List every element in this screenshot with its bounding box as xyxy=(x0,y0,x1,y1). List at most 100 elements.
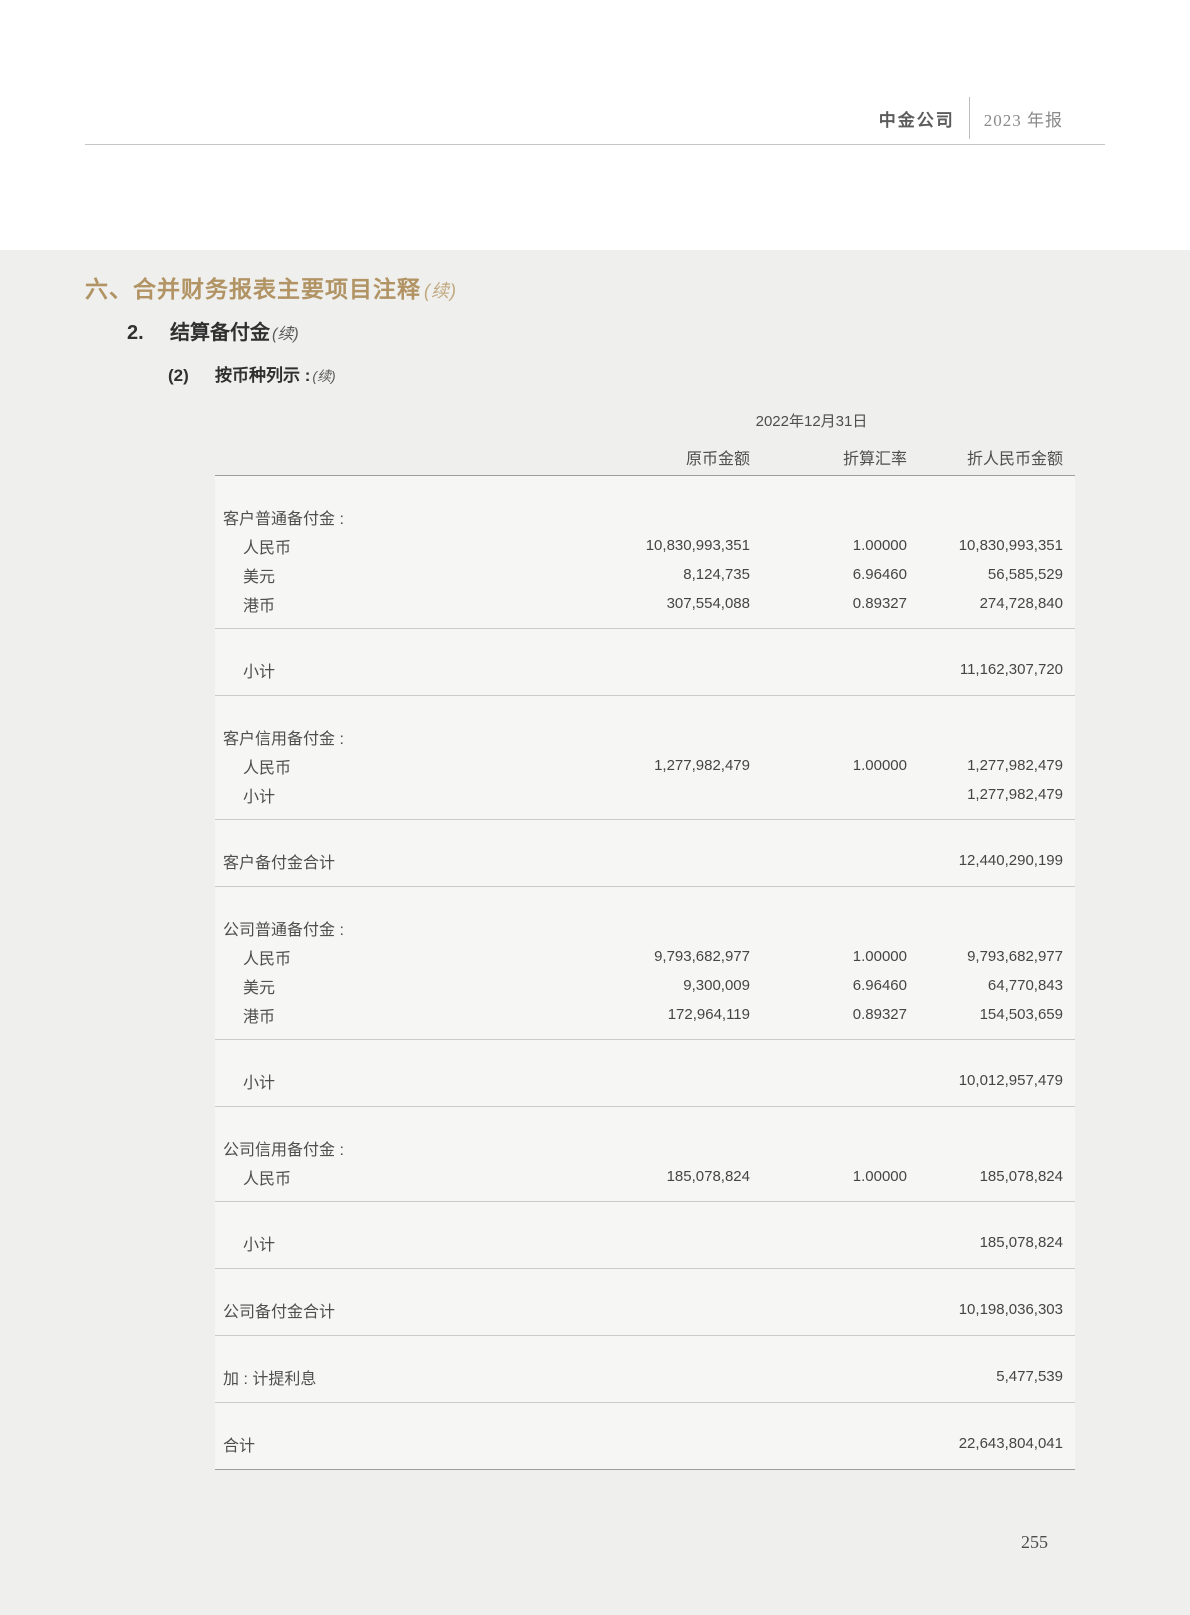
table-section: 小计10,012,957,479 xyxy=(215,1040,1075,1107)
row-label: 客户普通备付金 : xyxy=(223,505,580,529)
cell-exchange-rate: 1.00000 xyxy=(750,1168,907,1185)
row-label: 公司普通备付金 : xyxy=(223,916,580,940)
cell-original-amount: 307,554,088 xyxy=(580,595,750,612)
table-row: 客户信用备付金 : xyxy=(223,722,1063,751)
cell-rmb-amount: 22,643,804,041 xyxy=(907,1435,1063,1452)
currency-table: 2022年12月31日 原币金额 折算汇率 折人民币金额 客户普通备付金 :人民… xyxy=(215,403,1075,1470)
table-row: 港币307,554,0880.89327274,728,840 xyxy=(223,589,1063,618)
section-heading: 六、合并财务报表主要项目注释(续) xyxy=(85,270,457,304)
header-divider xyxy=(969,97,970,139)
list-heading-text: 按币种列示 : xyxy=(215,366,310,385)
row-label: 小计 xyxy=(223,658,580,682)
row-label: 公司信用备付金 : xyxy=(223,1136,580,1160)
row-label: 客户信用备付金 : xyxy=(223,725,580,749)
row-label: 美元 xyxy=(223,974,580,998)
table-section: 加 : 计提利息 5,477,539 xyxy=(215,1336,1075,1403)
cell-original-amount: 1,277,982,479 xyxy=(580,757,750,774)
report-title: 2023 年报 xyxy=(984,106,1063,131)
table-section: 客户普通备付金 :人民币10,830,993,3511.0000010,830,… xyxy=(215,476,1075,629)
table-section: 客户信用备付金 :人民币1,277,982,4791.000001,277,98… xyxy=(215,696,1075,820)
table-section: 小计 11,162,307,720 xyxy=(215,629,1075,696)
list-heading-number: (2) xyxy=(168,366,215,386)
row-label: 人民币 xyxy=(223,945,580,969)
table-date-header: 2022年12月31日 xyxy=(570,410,1053,431)
cell-rmb-amount: 10,198,036,303 xyxy=(907,1301,1063,1318)
table-body: 客户普通备付金 :人民币10,830,993,3511.0000010,830,… xyxy=(215,475,1075,1470)
row-label: 合计 xyxy=(223,1432,580,1456)
cell-original-amount: 172,964,119 xyxy=(580,1006,750,1023)
table-date-row: 2022年12月31日 xyxy=(223,403,1063,437)
subsection-heading: 2.结算备付金(续) xyxy=(127,316,299,345)
cell-rmb-amount: 12,440,290,199 xyxy=(907,852,1063,869)
list-heading: (2)按币种列示 :(续) xyxy=(168,361,336,386)
row-label: 港币 xyxy=(223,592,580,616)
cell-rmb-amount: 5,477,539 xyxy=(907,1368,1063,1385)
cell-rmb-amount: 11,162,307,720 xyxy=(907,661,1063,678)
table-row: 人民币9,793,682,9771.000009,793,682,977 xyxy=(223,942,1063,971)
row-label: 人民币 xyxy=(223,1165,580,1189)
row-label: 公司备付金合计 xyxy=(223,1298,580,1322)
table-row: 客户备付金合计12,440,290,199 xyxy=(223,846,1063,875)
table-row: 美元9,300,0096.9646064,770,843 xyxy=(223,971,1063,1000)
table-row: 人民币1,277,982,4791.000001,277,982,479 xyxy=(223,751,1063,780)
table-row: 公司信用备付金 : xyxy=(223,1133,1063,1162)
section-heading-continued-mark: (续) xyxy=(424,281,457,301)
cell-exchange-rate: 0.89327 xyxy=(750,595,907,612)
row-label: 加 : 计提利息 xyxy=(223,1365,580,1389)
page-number: 255 xyxy=(1021,1532,1048,1553)
table-header: 2022年12月31日 原币金额 折算汇率 折人民币金额 xyxy=(215,403,1075,475)
cell-rmb-amount: 56,585,529 xyxy=(907,566,1063,583)
cell-rmb-amount: 154,503,659 xyxy=(907,1006,1063,1023)
table-row: 小计 11,162,307,720 xyxy=(223,655,1063,684)
table-section: 公司信用备付金 :人民币185,078,8241.00000185,078,82… xyxy=(215,1107,1075,1202)
cell-rmb-amount: 1,277,982,479 xyxy=(907,757,1063,774)
subsection-continued-mark: (续) xyxy=(272,326,299,343)
row-label: 人民币 xyxy=(223,534,580,558)
running-header: 中金公司 2023 年报 xyxy=(85,98,1105,145)
section-heading-text: 六、合并财务报表主要项目注释 xyxy=(85,276,421,302)
cell-original-amount: 9,793,682,977 xyxy=(580,948,750,965)
cell-rmb-amount: 10,830,993,351 xyxy=(907,537,1063,554)
company-name: 中金公司 xyxy=(879,106,955,131)
cell-rmb-amount: 9,793,682,977 xyxy=(907,948,1063,965)
cell-original-amount: 10,830,993,351 xyxy=(580,537,750,554)
column-header-rmb-amount: 折人民币金额 xyxy=(907,445,1063,469)
table-row: 加 : 计提利息 5,477,539 xyxy=(223,1362,1063,1391)
table-row: 客户普通备付金 : xyxy=(223,502,1063,531)
table-section: 公司普通备付金 :人民币9,793,682,9771.000009,793,68… xyxy=(215,887,1075,1040)
list-heading-continued-mark: (续) xyxy=(312,368,335,384)
subsection-heading-text: 结算备付金 xyxy=(170,322,270,344)
table-column-headers: 原币金额 折算汇率 折人民币金额 xyxy=(223,437,1063,475)
table-section: 合计 22,643,804,041 xyxy=(215,1403,1075,1469)
cell-exchange-rate: 6.96460 xyxy=(750,977,907,994)
table-row: 小计1,277,982,479 xyxy=(223,780,1063,809)
cell-original-amount: 9,300,009 xyxy=(580,977,750,994)
row-label: 港币 xyxy=(223,1003,580,1027)
cell-original-amount: 8,124,735 xyxy=(580,566,750,583)
table-row: 小计10,012,957,479 xyxy=(223,1066,1063,1095)
table-row: 合计 22,643,804,041 xyxy=(223,1429,1063,1458)
report-page: 中金公司 2023 年报 六、合并财务报表主要项目注释(续) 2.结算备付金(续… xyxy=(0,0,1190,1615)
row-label: 美元 xyxy=(223,563,580,587)
cell-exchange-rate: 1.00000 xyxy=(750,757,907,774)
table-row: 人民币185,078,8241.00000185,078,824 xyxy=(223,1162,1063,1191)
content-band: 六、合并财务报表主要项目注释(续) 2.结算备付金(续) (2)按币种列示 :(… xyxy=(0,250,1190,1615)
column-header-original-amount: 原币金额 xyxy=(580,445,750,469)
cell-exchange-rate: 1.00000 xyxy=(750,537,907,554)
row-label: 小计 xyxy=(223,1231,580,1255)
table-row: 人民币10,830,993,3511.0000010,830,993,351 xyxy=(223,531,1063,560)
table-section: 小计 185,078,824 xyxy=(215,1202,1075,1269)
cell-exchange-rate: 1.00000 xyxy=(750,948,907,965)
cell-rmb-amount: 1,277,982,479 xyxy=(907,786,1063,803)
cell-exchange-rate: 0.89327 xyxy=(750,1006,907,1023)
row-label: 小计 xyxy=(223,1069,580,1093)
cell-rmb-amount: 185,078,824 xyxy=(907,1234,1063,1251)
table-row: 公司备付金合计 10,198,036,303 xyxy=(223,1295,1063,1324)
table-row: 港币172,964,1190.89327154,503,659 xyxy=(223,1000,1063,1029)
column-header-exchange-rate: 折算汇率 xyxy=(750,445,907,469)
table-row: 小计 185,078,824 xyxy=(223,1228,1063,1257)
table-section: 公司备付金合计 10,198,036,303 xyxy=(215,1269,1075,1336)
cell-rmb-amount: 185,078,824 xyxy=(907,1168,1063,1185)
cell-original-amount: 185,078,824 xyxy=(580,1168,750,1185)
cell-exchange-rate: 6.96460 xyxy=(750,566,907,583)
